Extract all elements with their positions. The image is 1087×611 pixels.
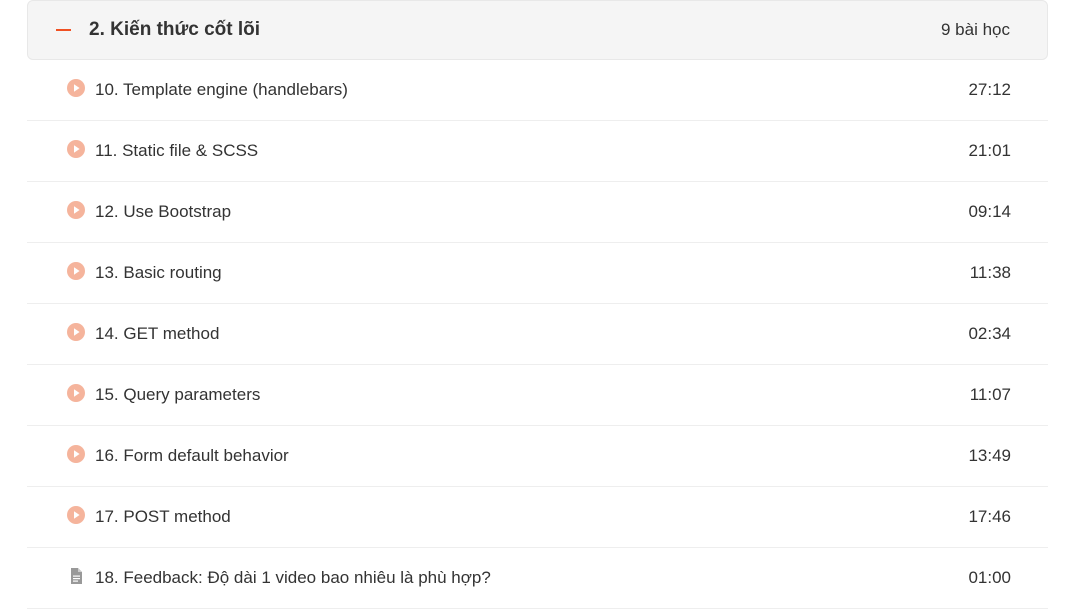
lesson-duration: 11:38	[969, 263, 1011, 282]
lesson-duration: 01:00	[968, 568, 1011, 587]
lesson-item[interactable]: 14. GET method 02:34	[27, 304, 1048, 365]
section-title: 2. Kiến thức cốt lõi	[89, 19, 261, 40]
play-circle-icon	[67, 140, 85, 158]
lesson-duration: 27:12	[968, 80, 1011, 99]
lesson-title: 12. Use Bootstrap	[95, 202, 232, 221]
minus-icon	[56, 29, 71, 31]
lesson-duration: 21:01	[968, 141, 1011, 160]
lesson-duration: 13:49	[968, 446, 1011, 465]
lesson-item[interactable]: 15. Query parameters 11:07	[27, 365, 1048, 426]
play-circle-icon	[67, 201, 85, 219]
lesson-title: 13. Basic routing	[95, 263, 222, 282]
lesson-duration: 02:34	[968, 324, 1011, 343]
lesson-item[interactable]: 16. Form default behavior 13:49	[27, 426, 1048, 487]
lesson-item[interactable]: 12. Use Bootstrap 09:14	[27, 182, 1048, 243]
play-circle-icon	[67, 506, 85, 524]
play-circle-icon	[67, 323, 85, 341]
lesson-duration: 11:07	[969, 385, 1011, 404]
lesson-duration: 09:14	[968, 202, 1011, 221]
lesson-list: 10. Template engine (handlebars) 27:12 1…	[27, 60, 1048, 609]
lesson-item[interactable]: 10. Template engine (handlebars) 27:12	[27, 60, 1048, 121]
play-circle-icon	[67, 384, 85, 402]
lesson-title: 11. Static file & SCSS	[95, 141, 259, 160]
play-circle-icon	[67, 262, 85, 280]
course-section: 2. Kiến thức cốt lõi 9 bài học 10. Templ…	[27, 0, 1048, 609]
lesson-item[interactable]: 13. Basic routing 11:38	[27, 243, 1048, 304]
play-circle-icon	[67, 445, 85, 463]
lesson-title: 16. Form default behavior	[95, 446, 289, 465]
lesson-item[interactable]: 11. Static file & SCSS 21:01	[27, 121, 1048, 182]
lesson-title: 10. Template engine (handlebars)	[95, 80, 348, 99]
lesson-title: 17. POST method	[95, 507, 231, 526]
lesson-title: 14. GET method	[95, 324, 220, 343]
play-circle-icon	[67, 79, 85, 97]
lesson-count: 9 bài học	[941, 20, 1010, 39]
section-header-toggle[interactable]: 2. Kiến thức cốt lõi 9 bài học	[27, 0, 1048, 60]
lesson-duration: 17:46	[968, 507, 1011, 526]
lesson-item[interactable]: 18. Feedback: Độ dài 1 video bao nhiêu l…	[27, 548, 1048, 609]
lesson-title: 18. Feedback: Độ dài 1 video bao nhiêu l…	[95, 568, 491, 587]
document-icon	[67, 567, 85, 585]
lesson-item[interactable]: 17. POST method 17:46	[27, 487, 1048, 548]
lesson-title: 15. Query parameters	[95, 385, 261, 404]
